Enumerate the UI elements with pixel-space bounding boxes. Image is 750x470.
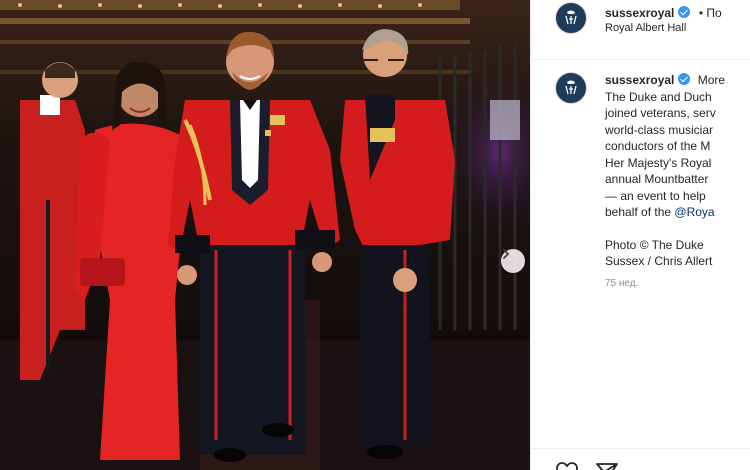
post-side-panel: sussexroyal • По Royal Albert Hall susse… [530, 0, 750, 470]
caption-line: — an event to help [605, 188, 706, 203]
heart-icon [556, 462, 578, 470]
caption-line-mention: behalf of the @Roya [605, 204, 750, 221]
caption-username[interactable]: sussexroyal [605, 73, 674, 87]
post-timestamp[interactable]: 75 нед. [605, 278, 638, 289]
mention-link[interactable]: @Roya [674, 205, 714, 219]
caption-line: conductors of the M [605, 139, 711, 153]
caption-line-text: behalf of the [605, 205, 675, 219]
location-link[interactable]: Royal Albert Hall [605, 22, 686, 34]
post-header: sussexroyal • По Royal Albert Hall [531, 0, 750, 60]
caption-more-text: More [697, 73, 726, 87]
caption-line: world-class musiciar [605, 122, 714, 137]
post-actions-bar [531, 448, 750, 470]
caption-avatar[interactable] [555, 72, 587, 104]
caption-line: Her Majesty's Royal [605, 155, 712, 170]
caption-header-line: sussexroyal More [605, 72, 750, 89]
like-button[interactable] [555, 461, 579, 470]
verified-badge-icon [678, 6, 691, 18]
caption-line: annual Mountbatter [605, 172, 709, 186]
post-photo[interactable] [0, 0, 530, 470]
verified-badge-icon [678, 73, 691, 85]
post-caption: sussexroyal More The Duke and Duch joine… [605, 72, 750, 270]
username[interactable]: sussexroyal [605, 6, 674, 20]
monogram-crest-icon [565, 10, 577, 25]
share-button[interactable] [595, 461, 619, 470]
paper-plane-icon [596, 463, 618, 470]
follow-button[interactable]: • По [699, 6, 722, 20]
chevron-right-icon [503, 249, 510, 259]
caption-line: The Duke and Duch [605, 89, 712, 104]
avatar[interactable] [555, 2, 587, 34]
next-photo-button[interactable] [501, 249, 525, 273]
monogram-crest-icon [565, 80, 577, 95]
photo-illustration [0, 0, 530, 470]
caption-line: joined veterans, serv [605, 106, 716, 120]
caption-credit-line: Photo © The Duke [605, 237, 704, 252]
header-user-row: sussexroyal • По [605, 4, 722, 22]
caption-credit-line: Sussex / Chris Allert [605, 254, 713, 268]
